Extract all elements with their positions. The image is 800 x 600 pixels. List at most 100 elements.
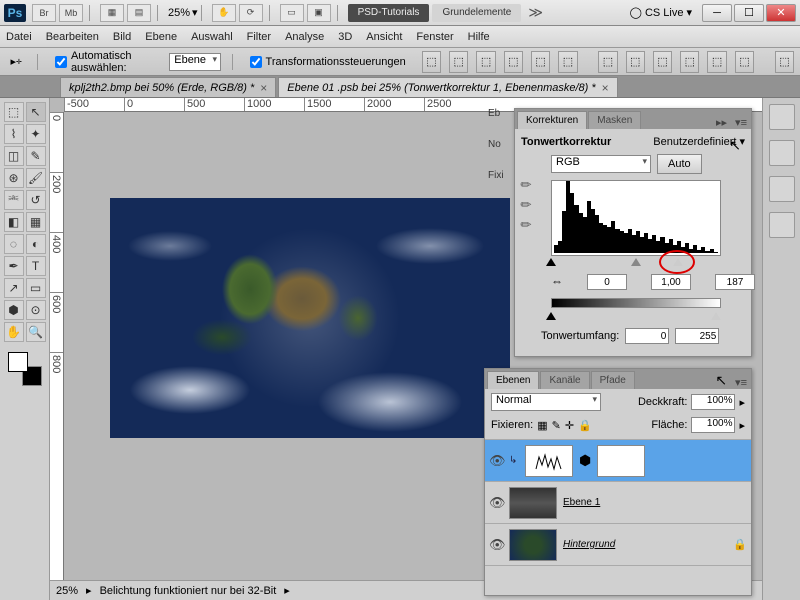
channel-dropdown[interactable]: RGB — [551, 155, 651, 173]
close-icon[interactable]: × — [602, 81, 609, 95]
black-input[interactable] — [587, 274, 627, 290]
out-white-input[interactable] — [675, 328, 719, 344]
view-grid-button[interactable]: ▤ — [127, 4, 151, 22]
menu-datei[interactable]: Datei — [6, 31, 32, 43]
history-brush-tool[interactable]: ↺ — [26, 190, 46, 210]
heal-tool[interactable]: ⊛ — [4, 168, 24, 188]
menu-bearbeiten[interactable]: Bearbeiten — [46, 31, 99, 43]
wand-tool[interactable]: ✦ — [26, 124, 46, 144]
hand-button[interactable]: ✋ — [212, 4, 236, 22]
workspace-tab-grund[interactable]: Grundelemente — [432, 4, 521, 22]
menu-fenster[interactable]: Fenster — [416, 31, 453, 43]
auto-button[interactable]: Auto — [657, 154, 702, 174]
menu-ebene[interactable]: Ebene — [145, 31, 177, 43]
stamp-tool[interactable]: ⎃ — [4, 190, 24, 210]
gradient-tool[interactable]: ▦ — [26, 212, 46, 232]
move-tool[interactable]: ↖ — [26, 102, 46, 122]
cslive-button[interactable]: ◯ CS Live ▾ — [630, 6, 692, 19]
dist-5-button[interactable]: ⬚ — [707, 51, 726, 73]
tab-kanaele[interactable]: Kanäle — [540, 371, 589, 389]
tab-korrekturen[interactable]: Korrekturen — [517, 111, 587, 129]
out-black-input[interactable] — [625, 328, 669, 344]
dist-4-button[interactable]: ⬚ — [680, 51, 699, 73]
tab-pfade[interactable]: Pfade — [591, 371, 635, 389]
brush-tool[interactable]: 🖌 — [26, 168, 46, 188]
layer-thumb[interactable] — [509, 487, 557, 519]
align-left-button[interactable]: ⬚ — [504, 51, 523, 73]
menu-analyse[interactable]: Analyse — [285, 31, 324, 43]
input-sliders[interactable] — [551, 258, 721, 270]
doc-tab-2[interactable]: Ebene 01 .psb bei 25% (Tonwertkorrektur … — [278, 77, 617, 97]
align-bot-button[interactable]: ⬚ — [476, 51, 495, 73]
layer-name[interactable]: Hintergrund — [563, 539, 615, 550]
eraser-tool[interactable]: ◧ — [4, 212, 24, 232]
type-tool[interactable]: T — [26, 256, 46, 276]
doc-tab-1[interactable]: kplj2th2.bmp bei 50% (Erde, RGB/8) *× — [60, 77, 276, 97]
gamma-slider[interactable] — [631, 258, 641, 266]
eyedropper-white-icon[interactable]: ✎ — [517, 215, 536, 234]
visibility-icon[interactable]: 👁 — [489, 495, 503, 511]
dist-1-button[interactable]: ⬚ — [598, 51, 617, 73]
rotate-button[interactable]: ⟳ — [239, 4, 263, 22]
lock-transparency-icon[interactable]: ▦ — [537, 419, 547, 432]
canvas[interactable] — [110, 198, 510, 438]
visibility-icon[interactable]: 👁 — [489, 537, 503, 553]
gamma-input[interactable] — [651, 274, 691, 290]
path-tool[interactable]: ↗ — [4, 278, 24, 298]
eyedropper-black-icon[interactable]: ✎ — [517, 175, 536, 194]
align-mid-button[interactable]: ⬚ — [449, 51, 468, 73]
mask-thumb[interactable] — [597, 445, 645, 477]
minibridge-button[interactable]: Mb — [59, 4, 83, 22]
auto-align-button[interactable]: ⬚ — [775, 51, 794, 73]
menu-ansicht[interactable]: Ansicht — [366, 31, 402, 43]
screen-mode-button[interactable]: ▣ — [307, 4, 331, 22]
menu-bild[interactable]: Bild — [113, 31, 131, 43]
black-point-slider[interactable] — [546, 258, 556, 266]
menu-auswahl[interactable]: Auswahl — [191, 31, 233, 43]
out-black-slider[interactable] — [546, 312, 556, 320]
pen-tool[interactable]: ✒ — [4, 256, 24, 276]
dock-brushes-icon[interactable] — [769, 176, 795, 202]
zoom-tool[interactable]: 🔍 — [26, 322, 46, 342]
close-icon[interactable]: × — [260, 81, 267, 95]
arrange-button[interactable]: ▭ — [280, 4, 304, 22]
crop-tool[interactable]: ◫ — [4, 146, 24, 166]
lock-position-icon[interactable]: ✛ — [565, 419, 574, 432]
layer-name[interactable]: Ebene 1 — [563, 497, 600, 508]
blend-mode-dropdown[interactable]: Normal — [491, 393, 601, 411]
dist-3-button[interactable]: ⬚ — [653, 51, 672, 73]
eyedropper-tool[interactable]: ✎ — [26, 146, 46, 166]
visibility-icon[interactable]: 👁 — [489, 453, 503, 469]
camera-tool[interactable]: ⊙ — [26, 300, 46, 320]
view-extras-button[interactable]: ▦ — [100, 4, 124, 22]
white-input[interactable] — [715, 274, 755, 290]
dock-history-icon[interactable] — [769, 212, 795, 238]
dist-6-button[interactable]: ⬚ — [735, 51, 754, 73]
out-white-slider[interactable] — [711, 312, 721, 320]
dock-styles-icon[interactable] — [769, 140, 795, 166]
zoom-display[interactable]: 25% — [168, 7, 190, 19]
hand-tool[interactable]: ✋ — [4, 322, 24, 342]
menu-filter[interactable]: Filter — [247, 31, 271, 43]
align-top-button[interactable]: ⬚ — [422, 51, 441, 73]
fill-field[interactable]: 100% — [691, 417, 735, 433]
tab-ebenen[interactable]: Ebenen — [487, 371, 539, 389]
opacity-field[interactable]: 100% — [691, 394, 735, 410]
tab-masken[interactable]: Masken — [588, 111, 641, 129]
minimize-button[interactable]: ─ — [702, 4, 732, 22]
auto-select-checkbox[interactable]: Automatisch auswählen: — [55, 50, 161, 74]
color-swatches[interactable] — [8, 352, 42, 386]
dock-swatches-icon[interactable] — [769, 104, 795, 130]
lasso-tool[interactable]: ⌇ — [4, 124, 24, 144]
eyedropper-gray-icon[interactable]: ✎ — [517, 195, 536, 214]
workspace-tab-tutorials[interactable]: PSD-Tutorials — [348, 4, 430, 22]
blur-tool[interactable]: ◌ — [4, 234, 24, 254]
output-gradient[interactable] — [551, 298, 721, 308]
align-right-button[interactable]: ⬚ — [558, 51, 577, 73]
align-center-button[interactable]: ⬚ — [531, 51, 550, 73]
transform-controls-checkbox[interactable]: Transformationssteuerungen — [250, 56, 406, 68]
dist-2-button[interactable]: ⬚ — [626, 51, 645, 73]
panel-menu-icon[interactable]: ▾≡ — [731, 116, 751, 129]
maximize-button[interactable]: ☐ — [734, 4, 764, 22]
3d-tool[interactable]: ⬢ — [4, 300, 24, 320]
